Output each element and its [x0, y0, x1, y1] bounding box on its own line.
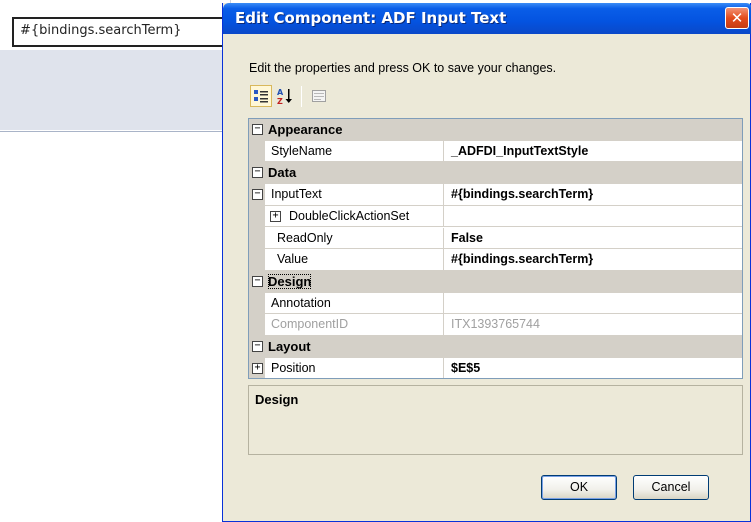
collapse-icon[interactable]: −: [252, 275, 263, 287]
collapse-icon[interactable]: −: [252, 341, 263, 352]
grid-property-row[interactable]: InputText − #{bindings.searchTerm}: [249, 184, 742, 206]
property-label: Annotation: [249, 292, 444, 314]
dialog-titlebar[interactable]: Edit Component: ADF Input Text ✕: [223, 3, 751, 34]
description-pane: Design: [248, 385, 743, 455]
ok-button[interactable]: OK: [541, 475, 617, 500]
property-label: InputText: [249, 184, 444, 205]
sheet-background: [0, 50, 230, 130]
dialog-title: Edit Component: ADF Input Text: [235, 9, 507, 27]
property-value[interactable]: $E$5: [445, 358, 742, 378]
grid-property-row[interactable]: StyleName _ADFDI_InputTextStyle: [249, 140, 742, 163]
property-value[interactable]: [445, 206, 742, 227]
collapse-icon[interactable]: −: [252, 124, 263, 135]
property-value[interactable]: False: [445, 228, 742, 249]
grid-property-row[interactable]: Position + $E$5: [249, 357, 742, 378]
collapse-icon[interactable]: −: [252, 167, 263, 179]
property-value[interactable]: #{bindings.searchTerm}: [445, 184, 742, 205]
svg-text:A: A: [277, 88, 284, 97]
close-icon: ✕: [730, 9, 744, 27]
grid-category-row[interactable]: Layout −: [249, 336, 742, 358]
grid-property-row[interactable]: DoubleClickActionSet +: [249, 205, 742, 228]
category-label: Design: [249, 271, 742, 292]
svg-text:Z: Z: [277, 97, 283, 105]
category-label: Appearance: [268, 122, 343, 137]
close-button[interactable]: ✕: [725, 7, 749, 29]
expand-icon[interactable]: +: [270, 210, 281, 222]
sort-alphabetical-icon: A Z: [277, 88, 292, 105]
grid-property-row[interactable]: Annotation: [249, 292, 742, 315]
property-pages-icon: [312, 90, 326, 102]
property-label: ReadOnly: [249, 227, 444, 249]
cancel-button[interactable]: Cancel: [633, 475, 709, 500]
category-label-focused: Design: [268, 273, 312, 289]
category-label: Layout: [268, 339, 311, 354]
categorized-icon: [254, 90, 268, 103]
property-value[interactable]: #{bindings.searchTerm}: [445, 249, 742, 270]
property-label: ComponentID: [249, 314, 444, 335]
grid-property-row[interactable]: ComponentID ITX1393765744: [249, 314, 742, 336]
property-label: StyleName: [249, 140, 444, 162]
sheet-row-line: [0, 131, 230, 132]
category-label: Data: [268, 165, 297, 181]
property-label: Value: [249, 249, 444, 270]
grid-category-row[interactable]: Appearance −: [249, 119, 742, 141]
grid-category-row[interactable]: Design −: [249, 270, 742, 293]
collapse-icon[interactable]: −: [252, 189, 263, 201]
property-value[interactable]: _ADFDI_InputTextStyle: [445, 141, 742, 162]
selected-cell[interactable]: #{bindings.searchTerm}: [12, 17, 224, 47]
property-pages-button[interactable]: [308, 85, 330, 107]
property-value[interactable]: [445, 293, 742, 314]
toolbar-separator: [301, 86, 302, 107]
instructions-text: Edit the properties and press OK to save…: [249, 61, 557, 75]
property-value: ITX1393765744: [451, 317, 540, 332]
alphabetical-button[interactable]: A Z: [274, 85, 296, 107]
grid-property-row[interactable]: ReadOnly False: [249, 227, 742, 250]
grid-property-row[interactable]: Value #{bindings.searchTerm}: [249, 249, 742, 271]
description-title: Design: [255, 392, 299, 407]
expand-icon[interactable]: +: [252, 362, 263, 374]
property-label: Position: [249, 357, 444, 378]
property-grid[interactable]: Appearance − StyleName _ADFDI_InputTextStyl…: [248, 118, 743, 379]
edit-component-dialog: Edit Component: ADF Input Text ✕ Edit th…: [222, 3, 751, 522]
categorized-button[interactable]: [250, 85, 272, 107]
grid-category-row[interactable]: Data −: [249, 162, 742, 185]
